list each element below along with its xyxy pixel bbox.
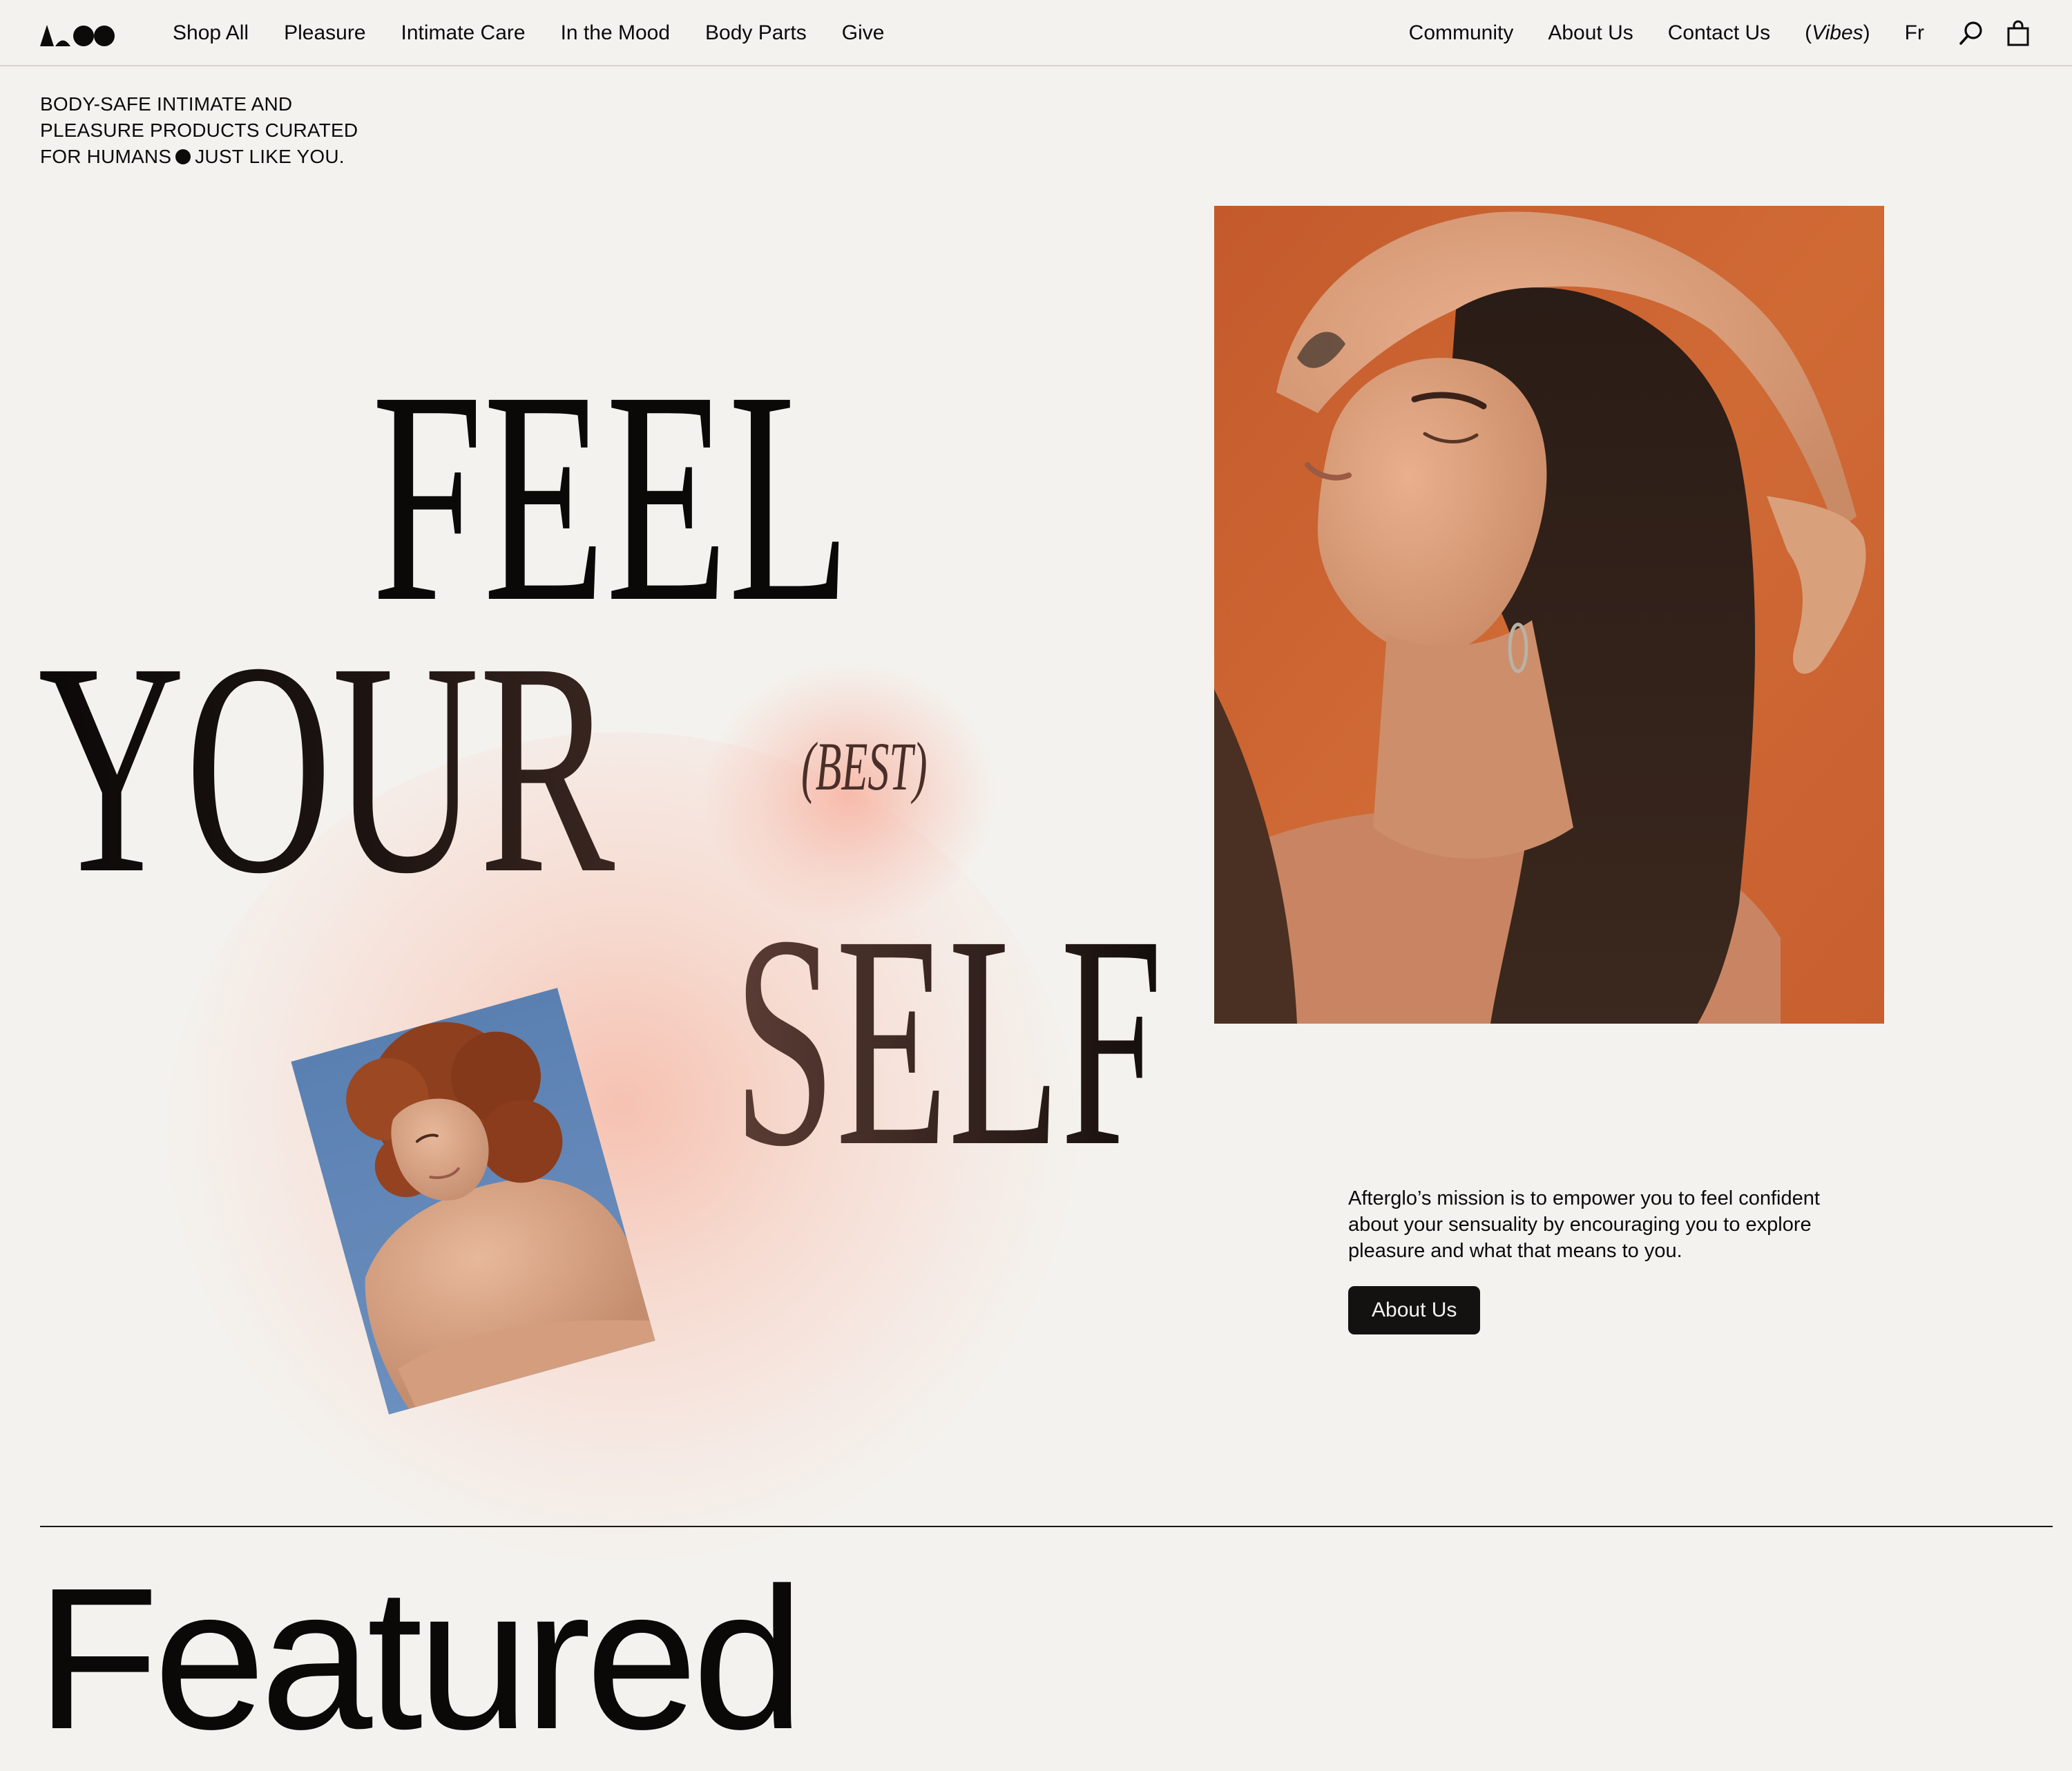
search-icon[interactable] <box>1957 19 1985 47</box>
hero-photo-woman-orange <box>1214 206 1884 1024</box>
nav-give[interactable]: Give <box>842 21 885 45</box>
nav-in-the-mood[interactable]: In the Mood <box>561 21 670 45</box>
hero-photo-woman-blue <box>291 988 655 1415</box>
nav-intimate-care[interactable]: Intimate Care <box>401 21 526 45</box>
featured-heading: Featured <box>36 1546 805 1771</box>
secondary-nav: Community About Us Contact Us (Vibes) Fr <box>1374 0 2032 66</box>
nav-community[interactable]: Community <box>1409 21 1514 45</box>
cart-icon[interactable] <box>2004 19 2032 47</box>
mission-text: Afterglo’s mission is to empower you to … <box>1348 1187 1820 1262</box>
language-toggle[interactable]: Fr <box>1905 21 1924 45</box>
logo-shapes-icon <box>40 25 115 46</box>
tagline-line-2: PLEASURE PRODUCTS CURATED <box>40 119 358 141</box>
about-us-button[interactable]: About Us <box>1348 1286 1481 1334</box>
vibes-label: Vibes <box>1812 21 1863 44</box>
tagline-line-1: BODY-SAFE INTIMATE AND <box>40 93 293 115</box>
section-divider <box>40 1526 2053 1527</box>
nav-vibes[interactable]: (Vibes) <box>1805 21 1870 45</box>
nav-shop-all[interactable]: Shop All <box>173 21 249 45</box>
top-navigation: Shop All Pleasure Intimate Care In the M… <box>0 0 2072 66</box>
headline-best: (BEST) <box>801 728 928 805</box>
nav-about-us[interactable]: About Us <box>1548 21 1633 45</box>
hero-tagline: BODY-SAFE INTIMATE AND PLEASURE PRODUCTS… <box>40 91 399 170</box>
nav-pleasure[interactable]: Pleasure <box>284 21 365 45</box>
vibes-close-paren: ) <box>1863 21 1870 44</box>
nav-contact-us[interactable]: Contact Us <box>1668 21 1770 45</box>
headline-your: YOUR <box>38 600 615 937</box>
tagline-line-3: FOR HUMANS JUST LIKE YOU. <box>40 144 399 170</box>
headline-self: SELF <box>733 873 1163 1209</box>
primary-nav: Shop All Pleasure Intimate Care In the M… <box>173 0 919 66</box>
afterglo-logo[interactable] <box>40 23 115 47</box>
nav-body-parts[interactable]: Body Parts <box>705 21 807 45</box>
tagline-line-3-end: JUST LIKE YOU. <box>195 146 345 167</box>
tagline-line-3-start: FOR HUMANS <box>40 146 172 167</box>
vibes-open-paren: ( <box>1805 21 1812 44</box>
dot-icon <box>175 149 191 164</box>
